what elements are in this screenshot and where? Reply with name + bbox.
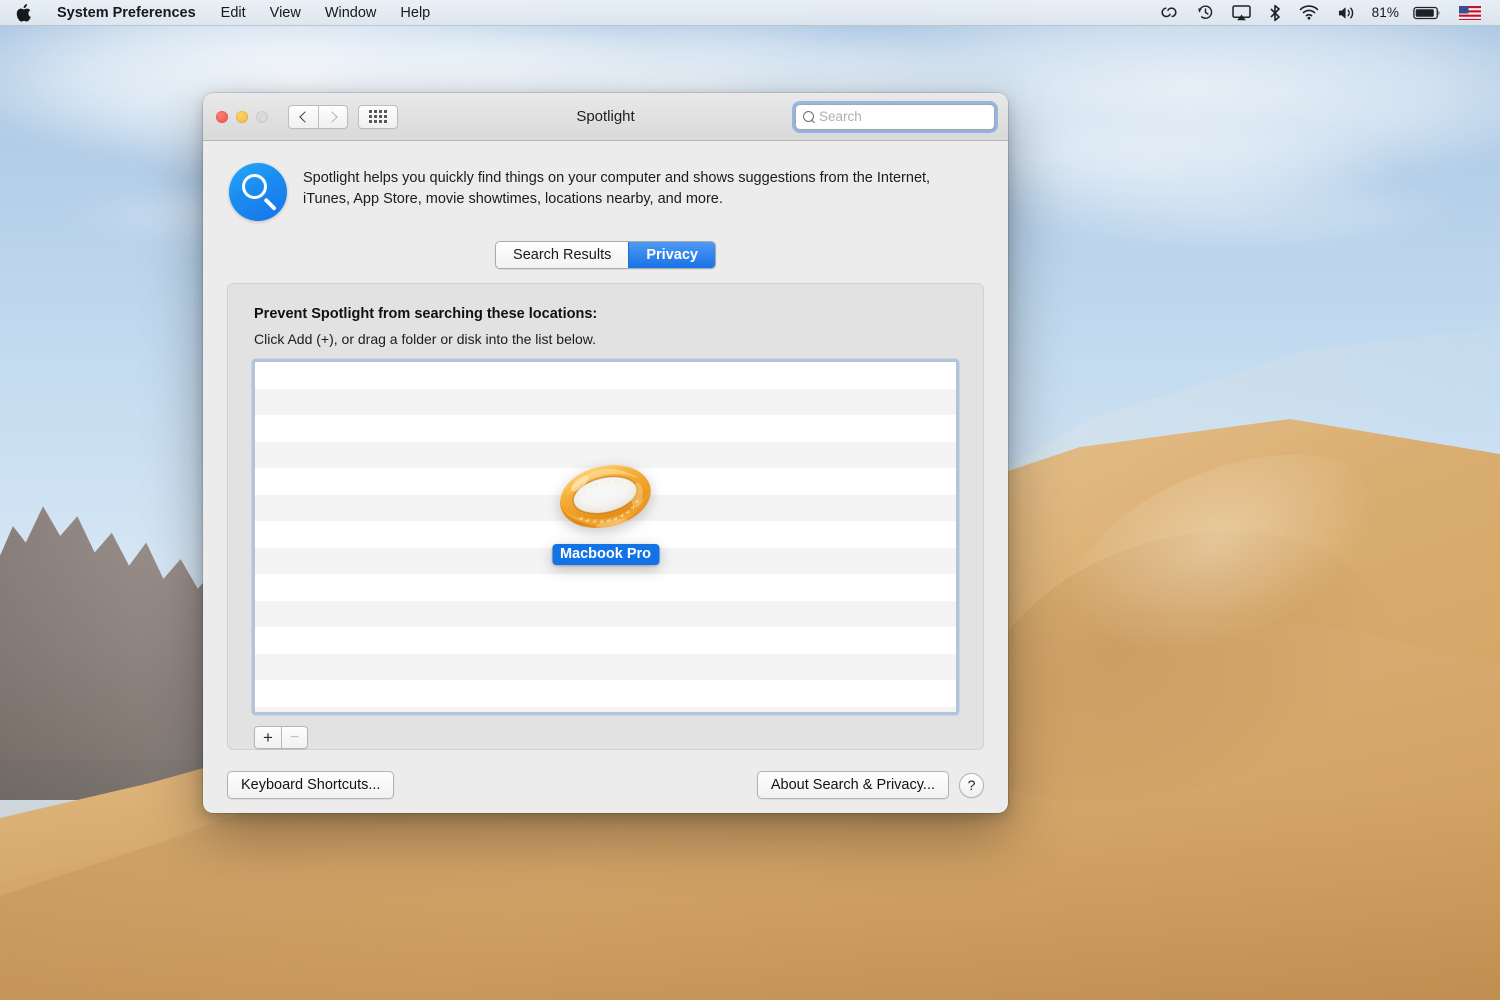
menu-item-window[interactable]: Window — [313, 0, 389, 25]
window-titlebar[interactable]: Spotlight — [203, 93, 1008, 141]
gold-ring-icon — [560, 465, 651, 529]
bluetooth-icon[interactable] — [1260, 0, 1290, 25]
privacy-panel: Prevent Spotlight from searching these l… — [227, 283, 984, 750]
creative-cloud-icon[interactable] — [1150, 0, 1188, 25]
airplay-icon[interactable] — [1223, 0, 1260, 25]
menu-item-help[interactable]: Help — [388, 0, 442, 25]
window-content: Spotlight helps you quickly find things … — [203, 141, 1008, 750]
list-row[interactable] — [255, 388, 956, 415]
traffic-lights — [216, 110, 268, 123]
tab-privacy[interactable]: Privacy — [628, 242, 715, 268]
list-row[interactable] — [255, 415, 956, 442]
tab-search-results[interactable]: Search Results — [496, 242, 629, 268]
menu-item-system-preferences[interactable]: System Preferences — [44, 0, 209, 25]
tab-group: Search Results Privacy — [495, 241, 716, 269]
drag-preview[interactable]: Macbook Pro — [551, 458, 660, 565]
chevron-right-icon — [326, 110, 338, 123]
zoom-button — [256, 110, 268, 123]
show-all-button[interactable] — [358, 104, 398, 129]
chevron-left-icon — [298, 110, 311, 123]
apple-logo-icon[interactable] — [0, 0, 44, 25]
tab-bar: Search Results Privacy — [227, 241, 984, 269]
add-remove-group: + − — [254, 726, 308, 749]
grid-view-icon — [369, 110, 387, 123]
minimize-button[interactable] — [236, 110, 248, 123]
list-row[interactable] — [255, 653, 956, 680]
battery-percentage[interactable]: 81% — [1365, 5, 1404, 20]
cloud — [1000, 170, 1460, 250]
add-location-button[interactable]: + — [254, 726, 281, 749]
wifi-icon[interactable] — [1290, 0, 1328, 25]
menu-item-edit[interactable]: Edit — [209, 0, 258, 25]
spotlight-preferences-window: Spotlight Spotlight helps you quickly fi… — [203, 93, 1008, 813]
preferences-search-field[interactable] — [795, 103, 995, 130]
keyboard-shortcuts-button[interactable]: Keyboard Shortcuts... — [227, 771, 395, 799]
menu-item-view[interactable]: View — [258, 0, 313, 25]
menu-bar-left: System Preferences Edit View Window Help — [0, 0, 442, 25]
window-footer: Keyboard Shortcuts... About Search & Pri… — [203, 750, 1008, 813]
list-controls: + − — [254, 726, 957, 749]
drag-item-label: Macbook Pro — [551, 544, 660, 565]
list-row[interactable] — [255, 680, 956, 707]
privacy-subheading: Click Add (+), or drag a folder or disk … — [254, 331, 596, 347]
list-row[interactable] — [255, 574, 956, 601]
list-row[interactable] — [255, 706, 956, 712]
intro-section: Spotlight helps you quickly find things … — [227, 159, 984, 221]
forward-button — [318, 104, 348, 129]
magnifier-handle-shape — [263, 197, 277, 211]
time-machine-icon[interactable] — [1188, 0, 1223, 25]
us-flag-icon[interactable] — [1450, 0, 1490, 25]
about-search-privacy-button[interactable]: About Search & Privacy... — [756, 771, 949, 799]
list-row[interactable] — [255, 362, 956, 389]
wallpaper-foreground-shadow — [0, 790, 1500, 1000]
search-icon — [803, 110, 815, 123]
close-button[interactable] — [216, 110, 228, 123]
menu-bar: System Preferences Edit View Window Help — [0, 0, 1500, 26]
menu-bar-status-area: 81% — [1150, 0, 1500, 25]
privacy-heading: Prevent Spotlight from searching these l… — [254, 306, 598, 322]
help-button[interactable]: ? — [959, 772, 984, 798]
list-row[interactable] — [255, 627, 956, 654]
magnifier-glass-shape — [242, 174, 267, 199]
intro-description: Spotlight helps you quickly find things … — [303, 170, 931, 207]
remove-location-button: − — [281, 726, 308, 749]
back-button[interactable] — [288, 104, 318, 129]
volume-icon[interactable] — [1328, 0, 1365, 25]
spotlight-icon — [229, 163, 287, 221]
search-input[interactable] — [817, 109, 987, 124]
list-row[interactable] — [255, 600, 956, 627]
excluded-locations-list[interactable]: Macbook Pro — [254, 361, 957, 713]
battery-icon[interactable] — [1404, 0, 1450, 25]
navigation-buttons — [288, 104, 348, 129]
